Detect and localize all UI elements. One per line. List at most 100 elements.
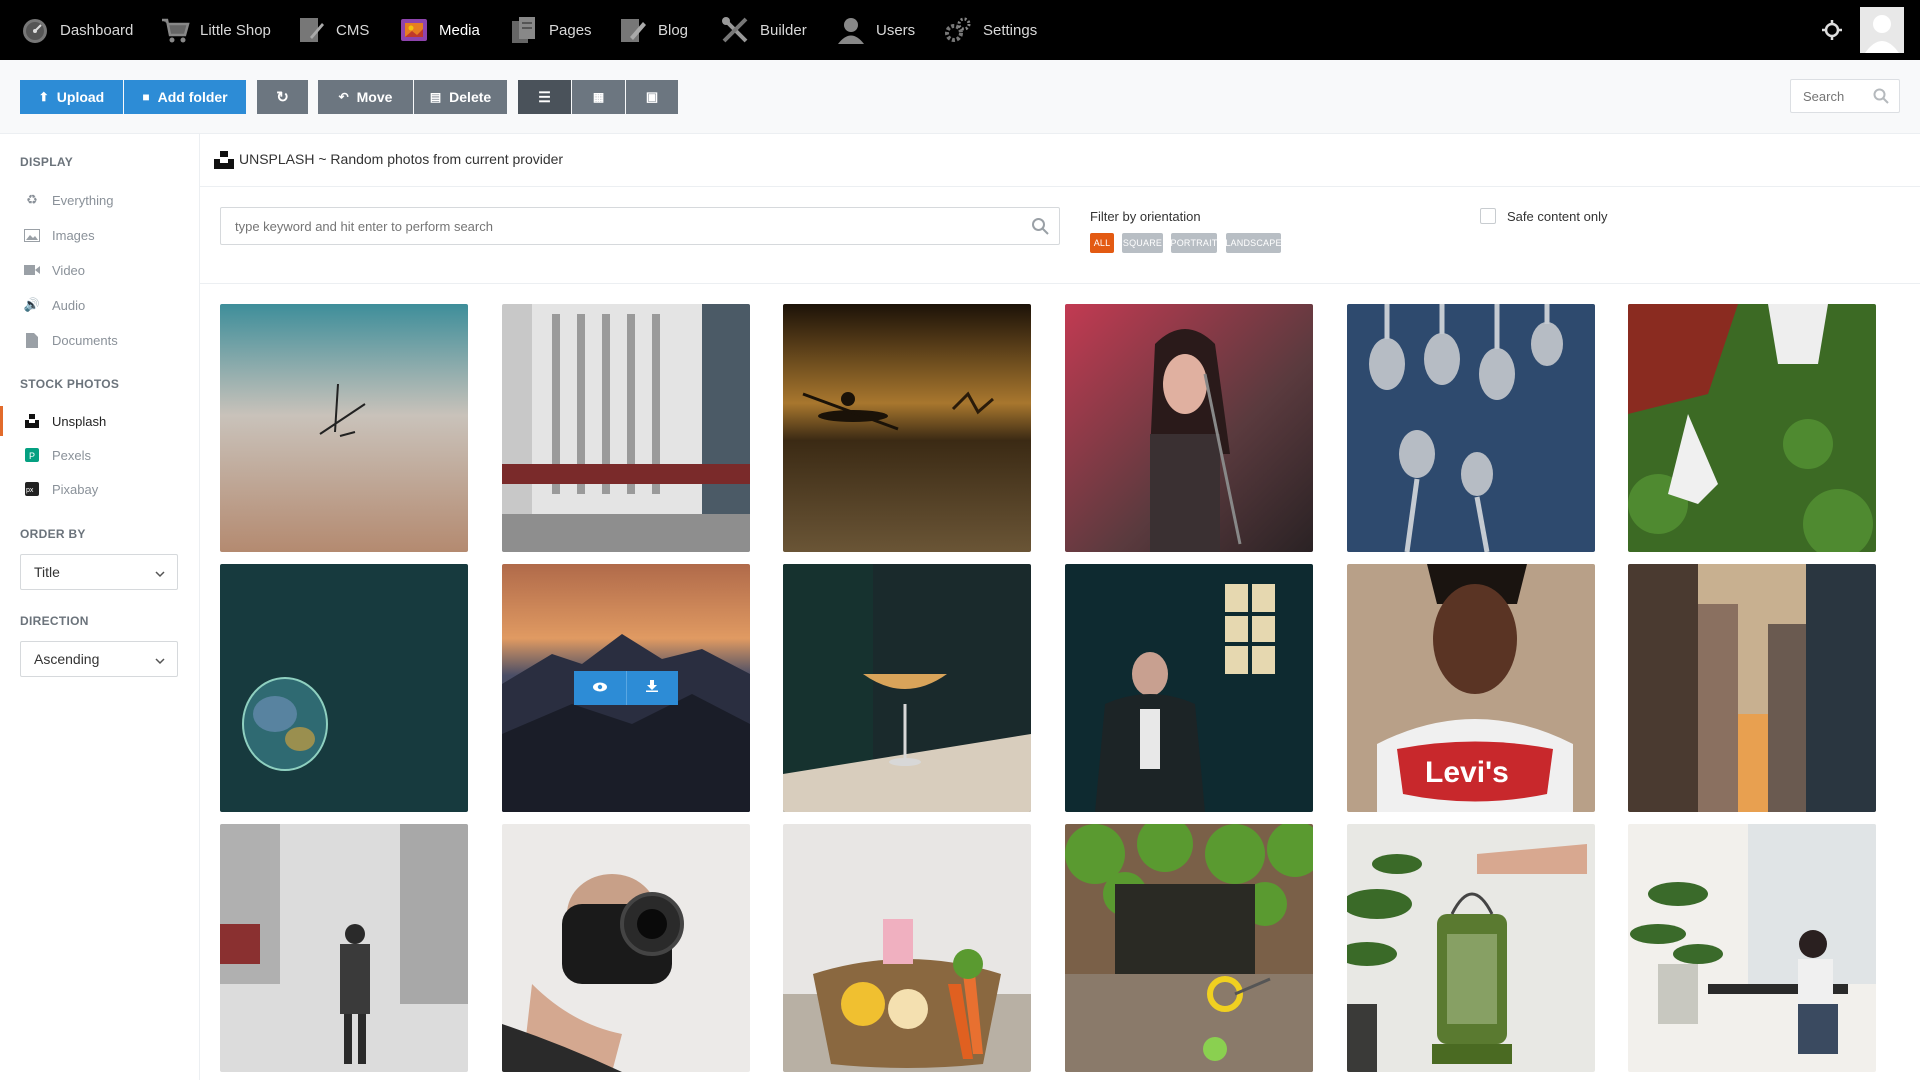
move-label: Move <box>356 89 393 105</box>
pexels-icon: P <box>23 448 41 462</box>
add-folder-button[interactable]: ■ Add folder <box>124 80 246 114</box>
nav-cms-label: CMS <box>336 21 370 39</box>
photo-tile[interactable] <box>220 304 468 552</box>
photo-tile[interactable] <box>1628 564 1876 812</box>
unsplash-icon <box>23 414 41 428</box>
gear-icon <box>943 15 973 45</box>
order-by-select[interactable]: Title <box>20 554 178 590</box>
photo-tile[interactable] <box>1347 304 1595 552</box>
blog-icon <box>618 15 648 45</box>
crosshair-icon[interactable] <box>1821 19 1843 41</box>
media-toolbar: ⬆ Upload ■ Add folder ↻ ↶ Move ▤ Delete … <box>0 60 1920 134</box>
delete-button[interactable]: ▤ Delete <box>414 80 507 114</box>
display-heading: DISPLAY <box>20 155 74 169</box>
preview-button[interactable] <box>574 671 626 705</box>
list-view-button[interactable]: ☰ <box>518 80 571 114</box>
nav-little-shop-label: Little Shop <box>200 21 271 39</box>
nav-cms[interactable]: CMS <box>296 0 369 60</box>
upload-icon: ⬆ <box>38 90 49 104</box>
svg-text:Levi's: Levi's <box>1425 756 1509 789</box>
order-by-heading: ORDER BY <box>20 527 86 541</box>
media-icon <box>399 15 429 45</box>
tile-action-overlay <box>574 671 678 705</box>
photo-tile-hovered[interactable] <box>502 564 750 812</box>
photo-tile[interactable] <box>1628 824 1876 1072</box>
sidebar-item-documents[interactable]: Documents <box>0 325 199 355</box>
move-icon: ↶ <box>338 90 349 104</box>
nav-settings-label: Settings <box>983 21 1038 39</box>
orientation-chip-landscape[interactable]: LANDSCAPE <box>1225 233 1281 253</box>
nav-blog-label: Blog <box>658 21 689 39</box>
nav-dashboard[interactable]: Dashboard <box>20 0 133 60</box>
photo-tile[interactable] <box>1628 304 1876 552</box>
large-grid-view-button[interactable]: ▣ <box>626 80 678 114</box>
nav-users[interactable]: Users <box>836 0 915 60</box>
sidebar-item-pixabay[interactable]: px Pixabay <box>0 474 199 504</box>
sidebar: DISPLAY ♻ Everything Images Video 🔊 Audi… <box>0 134 200 1080</box>
photo-tile[interactable] <box>1065 304 1313 552</box>
nav-builder-label: Builder <box>760 21 807 39</box>
photo-tile[interactable] <box>1347 824 1595 1072</box>
provider-header: UNSPLASH ~ Random photos from current pr… <box>200 134 1920 187</box>
download-button[interactable] <box>625 671 678 705</box>
avatar[interactable] <box>1860 7 1904 53</box>
cart-icon <box>160 15 190 45</box>
orientation-filter-label: Filter by orientation <box>1090 209 1201 224</box>
sidebar-item-audio[interactable]: 🔊 Audio <box>0 290 199 320</box>
nav-blog[interactable]: Blog <box>618 0 688 60</box>
photo-tile[interactable] <box>220 824 468 1072</box>
keyword-search-input[interactable] <box>233 218 1017 235</box>
grid-view-button[interactable]: ▦ <box>572 80 625 114</box>
sidebar-item-everything[interactable]: ♻ Everything <box>0 185 199 215</box>
stock-photos-heading: STOCK PHOTOS <box>20 377 120 391</box>
media-search[interactable] <box>1790 79 1900 113</box>
refresh-button[interactable]: ↻ <box>257 80 308 114</box>
nav-pages[interactable]: Pages <box>509 0 592 60</box>
photo-tile[interactable] <box>783 564 1031 812</box>
photo-tile[interactable] <box>1065 564 1313 812</box>
chevron-down-icon <box>155 653 165 669</box>
photo-tile[interactable] <box>220 564 468 812</box>
media-search-input[interactable] <box>1801 88 1875 105</box>
photo-tile[interactable] <box>1065 824 1313 1072</box>
sidebar-item-video[interactable]: Video <box>0 255 199 285</box>
direction-value: Ascending <box>34 651 100 667</box>
orientation-chip-all[interactable]: ALL <box>1090 233 1114 253</box>
move-button[interactable]: ↶ Move <box>318 80 413 114</box>
upload-button[interactable]: ⬆ Upload <box>20 80 123 114</box>
nav-media[interactable]: Media <box>399 0 480 60</box>
sidebar-item-label: Unsplash <box>52 413 107 429</box>
safe-content-label: Safe content only <box>1507 209 1608 224</box>
grid-large-icon: ▣ <box>645 89 659 104</box>
search-icon <box>1031 217 1049 240</box>
sidebar-item-label: Pexels <box>52 447 92 463</box>
recycle-icon: ♻ <box>26 192 38 207</box>
photo-tile[interactable] <box>502 304 750 552</box>
page-title: UNSPLASH ~ Random photos from current pr… <box>239 151 564 167</box>
sidebar-item-unsplash[interactable]: Unsplash <box>0 406 199 436</box>
photo-tile[interactable]: Levi's <box>1347 564 1595 812</box>
nav-settings[interactable]: Settings <box>943 0 1037 60</box>
stock-search-area: Filter by orientation ALL SQUARE PORTRAI… <box>200 187 1920 284</box>
safe-content-checkbox[interactable] <box>1480 208 1496 224</box>
nav-builder[interactable]: Builder <box>720 0 807 60</box>
direction-select[interactable]: Ascending <box>20 641 178 677</box>
photo-tile[interactable] <box>502 824 750 1072</box>
upload-label: Upload <box>56 89 105 105</box>
sidebar-item-pexels[interactable]: P Pexels <box>0 440 199 470</box>
orientation-chip-portrait[interactable]: PORTRAIT <box>1171 233 1217 253</box>
nav-little-shop[interactable]: Little Shop <box>160 0 271 60</box>
top-nav: Dashboard Little Shop CMS Media Pages Bl… <box>0 0 1920 60</box>
dashboard-icon <box>20 15 50 45</box>
list-view-icon: ☰ <box>538 88 551 105</box>
sidebar-item-images[interactable]: Images <box>0 220 199 250</box>
nav-media-label: Media <box>439 21 480 39</box>
photo-tile[interactable] <box>783 824 1031 1072</box>
photo-tile[interactable] <box>783 304 1031 552</box>
keyword-search[interactable] <box>220 207 1060 245</box>
refresh-icon: ↻ <box>276 89 289 106</box>
grid-small-icon: ▦ <box>592 90 605 104</box>
pages-icon <box>509 15 539 45</box>
nav-users-label: Users <box>876 21 916 39</box>
orientation-chip-square[interactable]: SQUARE <box>1122 233 1163 253</box>
